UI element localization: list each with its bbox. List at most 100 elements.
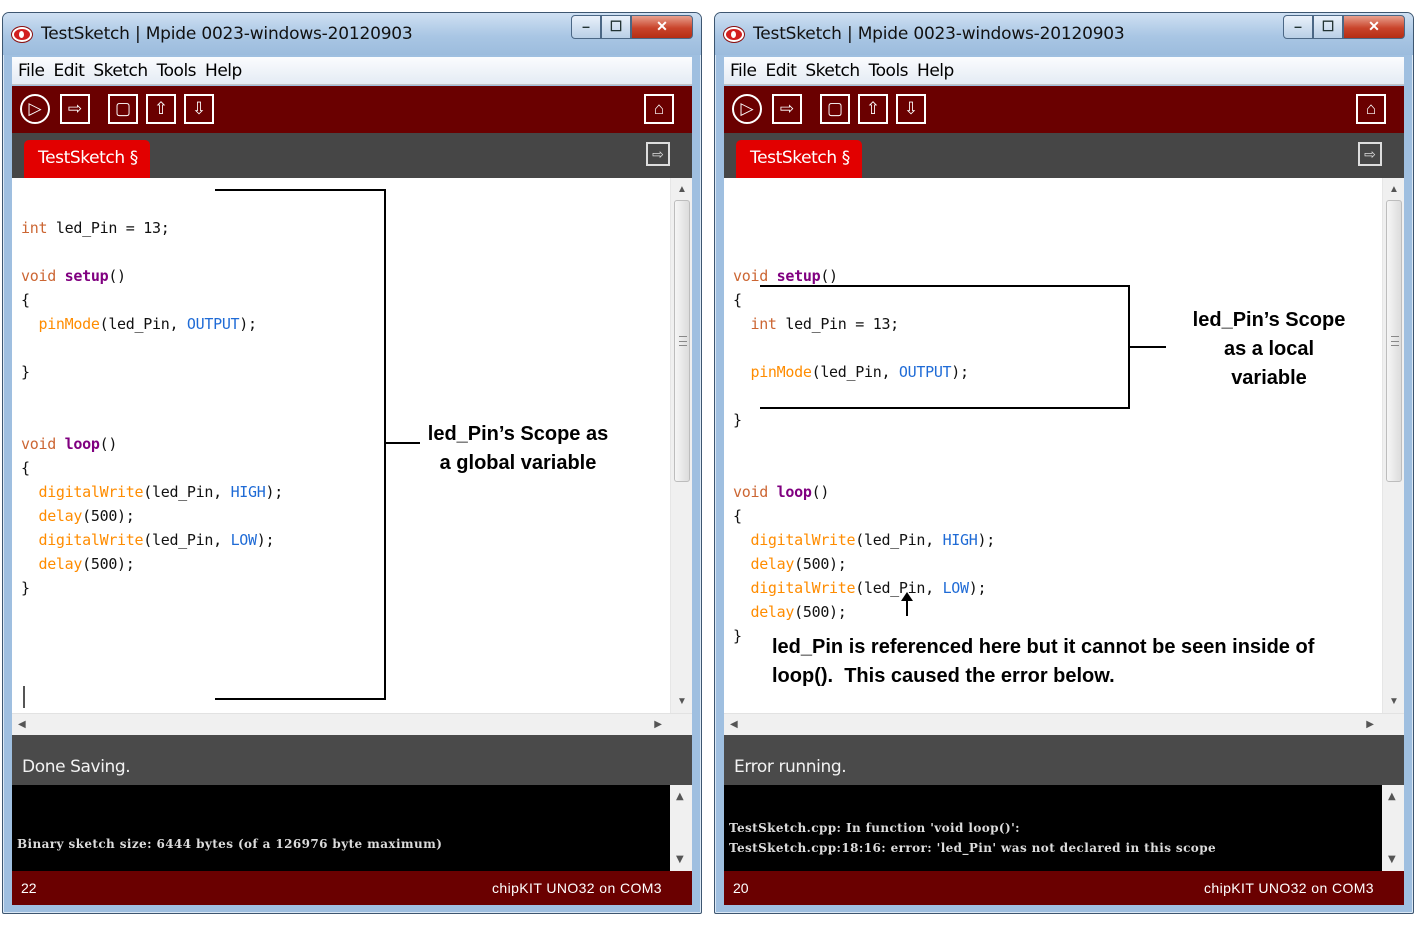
- maximize-button[interactable]: ☐: [1313, 15, 1343, 39]
- toolbar: ▷ ⇨ ▢ ⇧ ⇩ ⌂: [12, 86, 692, 133]
- menu-help[interactable]: Help: [205, 61, 242, 81]
- upload-icon[interactable]: ⇨: [60, 94, 90, 124]
- code-line: digitalWrite(led_Pin, LOW);: [750, 579, 987, 597]
- close-button[interactable]: ✕: [1343, 15, 1405, 39]
- scroll-right-icon[interactable]: ▶: [654, 719, 662, 730]
- menu-sketch[interactable]: Sketch: [93, 61, 148, 81]
- code-line: delay(500);: [38, 507, 135, 525]
- console-line: TestSketch.cpp:18:16: error: 'led_Pin' w…: [729, 841, 1217, 855]
- window-title: TestSketch | Mpide 0023-windows-20120903: [41, 24, 413, 44]
- code-line: }: [21, 363, 30, 381]
- bottom-status-bar: 22 chipKIT UNO32 on COM3: [12, 871, 692, 905]
- scroll-thumb[interactable]: [674, 200, 690, 482]
- open-icon[interactable]: ⇧: [146, 94, 176, 124]
- menu-file[interactable]: File: [18, 61, 45, 81]
- right-ide-window: TestSketch | Mpide 0023-windows-20120903…: [714, 12, 1414, 914]
- scroll-thumb[interactable]: [1386, 200, 1402, 482]
- code-line: {: [733, 507, 742, 525]
- global-scope-bracket: [215, 698, 386, 700]
- scroll-right-icon[interactable]: ▶: [1366, 719, 1374, 730]
- mpide-logo-icon: [724, 27, 744, 42]
- horizontal-scrollbar[interactable]: ◀ ▶: [12, 713, 692, 735]
- new-icon[interactable]: ▢: [820, 94, 850, 124]
- code-line: int led_Pin = 13;: [21, 219, 170, 237]
- scroll-down-icon[interactable]: ▼: [1388, 854, 1396, 865]
- tab-testsketch[interactable]: TestSketch §: [736, 140, 862, 178]
- window-title: TestSketch | Mpide 0023-windows-20120903: [753, 24, 1125, 44]
- minimize-button[interactable]: –: [571, 15, 601, 39]
- upload-icon[interactable]: ⇨: [772, 94, 802, 124]
- save-icon[interactable]: ⇩: [184, 94, 214, 124]
- code-line: digitalWrite(led_Pin, HIGH);: [750, 531, 995, 549]
- menu-bar: File Edit Sketch Tools Help: [724, 57, 1404, 85]
- error-note: led_Pin is referenced here but it cannot…: [772, 633, 1372, 691]
- menu-edit[interactable]: Edit: [765, 61, 796, 81]
- close-button[interactable]: ✕: [631, 15, 693, 39]
- line-number: 20: [733, 880, 749, 896]
- console-scrollbar[interactable]: ▲ ▼: [1382, 785, 1404, 871]
- vertical-scrollbar[interactable]: ▲ ▼: [1382, 178, 1404, 713]
- title-bar[interactable]: TestSketch | Mpide 0023-windows-20120903…: [715, 13, 1413, 55]
- mpide-logo-icon: [12, 27, 32, 42]
- scroll-up-icon[interactable]: ▲: [676, 791, 684, 802]
- scroll-up-icon[interactable]: ▲: [677, 184, 687, 195]
- code-line: }: [21, 579, 30, 597]
- minimize-button[interactable]: –: [1283, 15, 1313, 39]
- scroll-up-icon[interactable]: ▲: [1388, 791, 1396, 802]
- code-line: delay(500);: [750, 555, 847, 573]
- serial-monitor-icon[interactable]: ⌂: [1356, 94, 1386, 124]
- code-text[interactable]: int led_Pin = 13; void setup() { pinMode…: [21, 216, 662, 600]
- menu-file[interactable]: File: [730, 61, 757, 81]
- console-output[interactable]: Binary sketch size: 6444 bytes (of a 126…: [12, 785, 692, 871]
- verify-icon[interactable]: ▷: [732, 94, 762, 124]
- menu-tools[interactable]: Tools: [869, 61, 909, 81]
- code-line: pinMode(led_Pin, OUTPUT);: [38, 315, 257, 333]
- scroll-down-icon[interactable]: ▼: [676, 854, 684, 865]
- grip-icon: [679, 336, 687, 346]
- global-scope-note: led_Pin’s Scope as a global variable: [427, 423, 609, 474]
- global-scope-pointer: [386, 442, 420, 444]
- code-line: void loop(): [733, 483, 830, 501]
- scroll-down-icon[interactable]: ▼: [1389, 696, 1399, 707]
- tab-menu-icon[interactable]: ⇨: [1358, 142, 1382, 166]
- save-icon[interactable]: ⇩: [896, 94, 926, 124]
- text-caret: [23, 686, 25, 708]
- grip-icon: [1391, 336, 1399, 346]
- scroll-down-icon[interactable]: ▼: [677, 696, 687, 707]
- code-line: digitalWrite(led_Pin, LOW);: [38, 531, 275, 549]
- console-line: Binary sketch size: 6444 bytes (of a 126…: [17, 837, 443, 851]
- console-output[interactable]: TestSketch.cpp: In function 'void loop()…: [724, 785, 1404, 871]
- maximize-button[interactable]: ☐: [601, 15, 631, 39]
- verify-icon[interactable]: ▷: [20, 94, 50, 124]
- code-line: }: [733, 411, 742, 429]
- vertical-scrollbar[interactable]: ▲ ▼: [670, 178, 692, 713]
- board-info: chipKIT UNO32 on COM3: [1204, 880, 1374, 896]
- scroll-left-icon[interactable]: ◀: [730, 719, 738, 730]
- local-scope-bracket: [760, 285, 1130, 287]
- console-scrollbar[interactable]: ▲ ▼: [670, 785, 692, 871]
- window-controls: – ☐ ✕: [1283, 15, 1405, 39]
- tab-menu-icon[interactable]: ⇨: [646, 142, 670, 166]
- code-line: delay(500);: [38, 555, 135, 573]
- menu-sketch[interactable]: Sketch: [805, 61, 860, 81]
- open-icon[interactable]: ⇧: [858, 94, 888, 124]
- horizontal-scrollbar[interactable]: ◀ ▶: [724, 713, 1404, 735]
- window-controls: – ☐ ✕: [571, 15, 693, 39]
- global-scope-bracket: [384, 189, 386, 700]
- menu-help[interactable]: Help: [917, 61, 954, 81]
- menu-tools[interactable]: Tools: [157, 61, 197, 81]
- code-text[interactable]: void setup() { int led_Pin = 13; pinMode…: [733, 216, 1374, 648]
- serial-monitor-icon[interactable]: ⌂: [644, 94, 674, 124]
- bottom-status-bar: 20 chipKIT UNO32 on COM3: [724, 871, 1404, 905]
- title-bar[interactable]: TestSketch | Mpide 0023-windows-20120903…: [3, 13, 701, 55]
- scroll-left-icon[interactable]: ◀: [18, 719, 26, 730]
- new-icon[interactable]: ▢: [108, 94, 138, 124]
- status-message: Done Saving.: [12, 735, 692, 785]
- menu-edit[interactable]: Edit: [53, 61, 84, 81]
- tab-testsketch[interactable]: TestSketch §: [24, 140, 150, 178]
- scroll-up-icon[interactable]: ▲: [1389, 184, 1399, 195]
